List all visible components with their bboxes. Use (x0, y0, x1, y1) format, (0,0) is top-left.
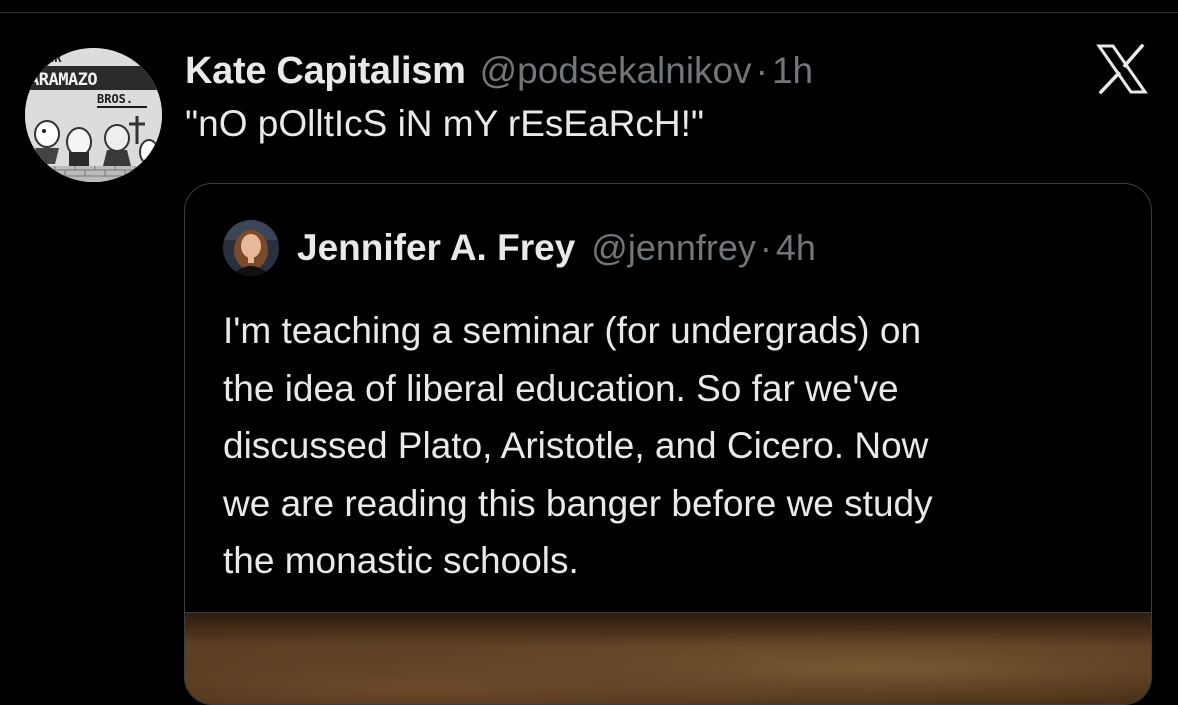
tweet-timestamp[interactable]: 1h (772, 50, 813, 92)
quoted-text-line: we are reading this banger before we stu… (223, 482, 933, 524)
tweet-header: Kate Capitalism @podsekalnikov · 1h (185, 48, 813, 94)
author-avatar[interactable]: ER ARAMAZO BROS. (25, 48, 162, 182)
quoted-avatar-image (223, 220, 279, 276)
quoted-author-display-name[interactable]: Jennifer A. Frey (297, 227, 575, 269)
separator-dot: · (755, 50, 768, 91)
quoted-text-line: the idea of liberal education. So far we… (223, 367, 899, 409)
author-handle[interactable]: @podsekalnikov (480, 50, 752, 92)
quoted-text-line: the monastic schools. (223, 540, 579, 581)
avatar-text-top: ER (47, 51, 62, 65)
x-logo-icon[interactable] (1096, 43, 1148, 95)
quoted-tweet-timestamp[interactable]: 4h (776, 227, 816, 269)
top-divider (0, 12, 1178, 13)
quoted-tweet-media-image[interactable] (185, 612, 1151, 704)
quoted-author-handle[interactable]: @jennfrey (591, 227, 756, 269)
avatar-text-bottom: BROS. (97, 92, 133, 106)
quoted-text-line: I'm teaching a seminar (for undergrads) … (223, 310, 922, 351)
quoted-separator-dot: · (759, 227, 772, 268)
quoted-tweet-text: I'm teaching a seminar (for undergrads) … (223, 302, 1123, 590)
avatar-image: ER ARAMAZO BROS. (25, 48, 162, 182)
quoted-tweet-card[interactable]: Jennifer A. Frey @jennfrey · 4h I'm teac… (184, 183, 1152, 705)
quoted-tweet-header: Jennifer A. Frey @jennfrey · 4h (223, 220, 816, 276)
quoted-text-line: discussed Plato, Aristotle, and Cicero. … (223, 425, 929, 466)
tweet-text: "nO pOlltIcS iN mY rEsEaRcH!" (185, 103, 705, 144)
avatar-text-middle: ARAMAZO (29, 70, 97, 90)
quoted-author-avatar[interactable] (223, 220, 279, 276)
author-display-name[interactable]: Kate Capitalism (185, 50, 466, 93)
